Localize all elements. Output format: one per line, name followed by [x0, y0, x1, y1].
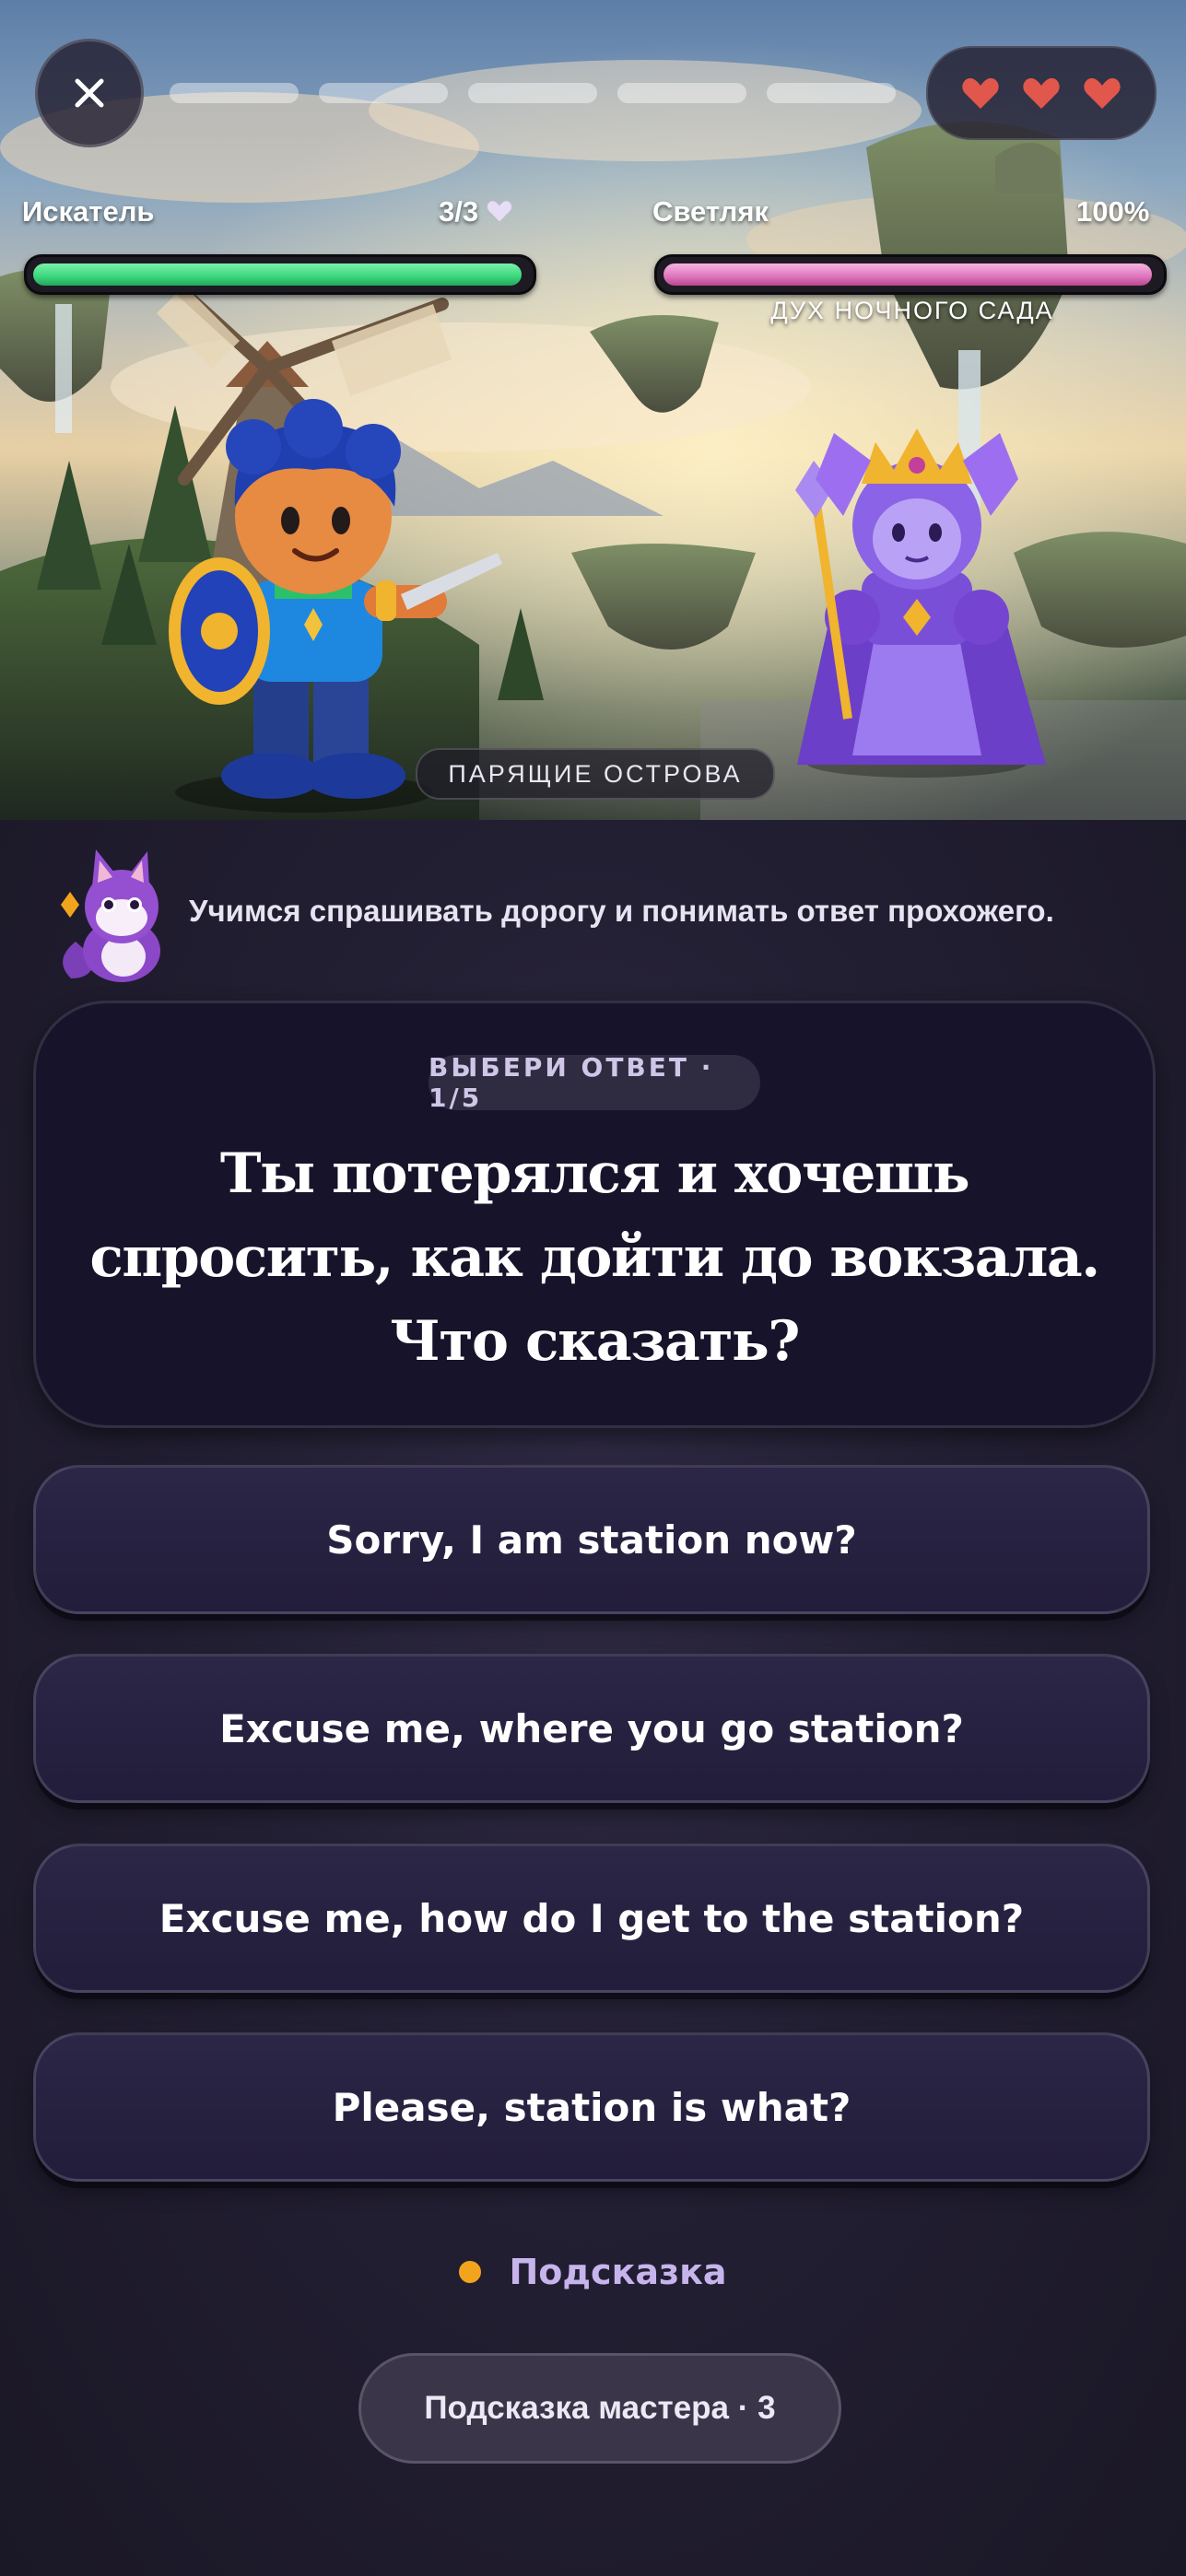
answer-option-2[interactable]: Excuse me, where you go station?: [33, 1654, 1150, 1803]
close-icon: [75, 78, 104, 108]
player-hp-value: 3/3: [439, 195, 479, 228]
question-card: ВЫБЕРИ ОТВЕТ · 1/5 Ты потерялся и хочешь…: [33, 1001, 1156, 1428]
answer-option-1[interactable]: Sorry, I am station now?: [33, 1465, 1150, 1614]
enemy-hp-bar: [654, 254, 1167, 295]
enemy-name: Светляк: [652, 195, 769, 228]
hint-label: Подсказка: [509, 2252, 727, 2292]
step-chip: ВЫБЕРИ ОТВЕТ · 1/5: [429, 1052, 760, 1113]
answer-option-4[interactable]: Please, station is what?: [33, 2032, 1150, 2182]
heart-icon: [1023, 77, 1060, 109]
progress-segment: [767, 83, 896, 103]
player-hp-bar: [24, 254, 536, 295]
player-hp-fill: [33, 263, 522, 286]
lesson-tip: Учимся спрашивать дорогу и понимать отве…: [189, 894, 1054, 928]
player-hp-text: 3/3: [439, 195, 512, 228]
question-line: Ты потерялся и хочешь: [219, 1142, 970, 1206]
hint-button[interactable]: Подсказка: [0, 2244, 1186, 2300]
heart-icon: [962, 77, 999, 109]
heart-icon: [487, 201, 511, 222]
enemy-hp-fill: [663, 263, 1152, 286]
question-text: Ты потерялся и хочешь спросить, как дойт…: [73, 1132, 1116, 1384]
enemy-subtitle: ДУХ НОЧНОГО САДА: [770, 297, 1054, 324]
heart-icon: [1084, 77, 1121, 109]
hint-dot-icon: [459, 2261, 482, 2283]
location-chip: ПАРЯЩИЕ ОСТРОВА: [416, 748, 775, 800]
fox-mascot-icon: [61, 849, 160, 982]
question-line: спросить, как дойти до вокзала.: [89, 1225, 1100, 1290]
progress-segment: [319, 83, 448, 103]
player-name: Искатель: [22, 195, 155, 228]
lives-indicator: [926, 46, 1157, 140]
answer-option-3[interactable]: Excuse me, how do I get to the station?: [33, 1844, 1150, 1993]
progress-segment: [170, 83, 299, 103]
progress-segment: [617, 83, 746, 103]
progress-segment: [468, 83, 597, 103]
enemy-hp-text: 100%: [1076, 195, 1150, 228]
question-line: Что сказать?: [390, 1309, 800, 1374]
close-button[interactable]: [35, 39, 144, 147]
master-hint-button[interactable]: Подсказка мастера · 3: [358, 2353, 841, 2464]
battle-scene: Искатель 3/3 Светляк 100% ДУХ НОЧНОГО СА…: [0, 0, 1186, 820]
